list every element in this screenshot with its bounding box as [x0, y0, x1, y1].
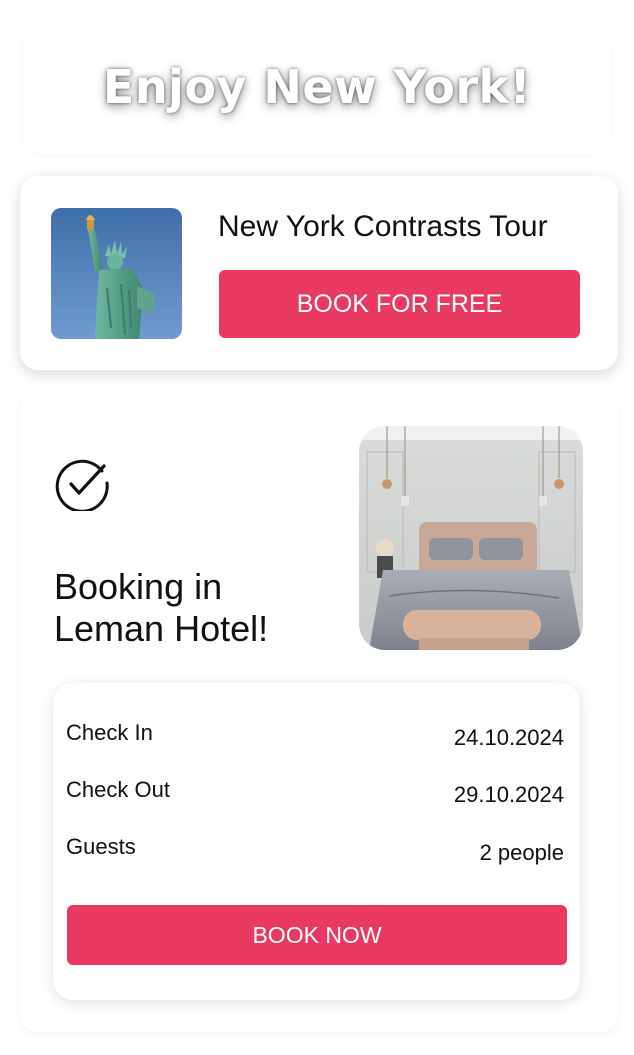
check-out-label: Check Out [66, 777, 170, 802]
book-now-button[interactable]: BOOK NOW [67, 905, 567, 965]
statue-of-liberty-image [51, 208, 182, 339]
tour-image [51, 208, 182, 339]
check-circle-icon [55, 459, 109, 511]
hotel-title-line2: Leman Hotel! [54, 608, 269, 649]
check-out-value: 29.10.2024 [453, 782, 564, 807]
book-for-free-button[interactable]: BOOK FOR FREE [219, 270, 580, 338]
hotel-title-line1: Booking in [54, 566, 223, 607]
guests-value: 2 people [479, 840, 564, 865]
booking-screen: Enjoy New York! New York Contrasts Tour … [0, 0, 634, 1055]
tour-card: New York Contrasts Tour BOOK FOR FREE [20, 176, 618, 370]
hotel-bedroom-image [359, 426, 583, 650]
check-in-value: 24.10.2024 [453, 725, 564, 750]
tour-title: New York Contrasts Tour [218, 210, 548, 243]
page-title: Enjoy New York! [102, 60, 532, 114]
booking-details-card: Check In 24.10.2024 Check Out 29.10.2024… [53, 683, 580, 1000]
guests-label: Guests [66, 834, 136, 859]
hotel-room-image [359, 426, 583, 650]
check-in-label: Check In [66, 720, 153, 745]
hotel-booking-title: Booking in Leman Hotel! [54, 566, 334, 650]
